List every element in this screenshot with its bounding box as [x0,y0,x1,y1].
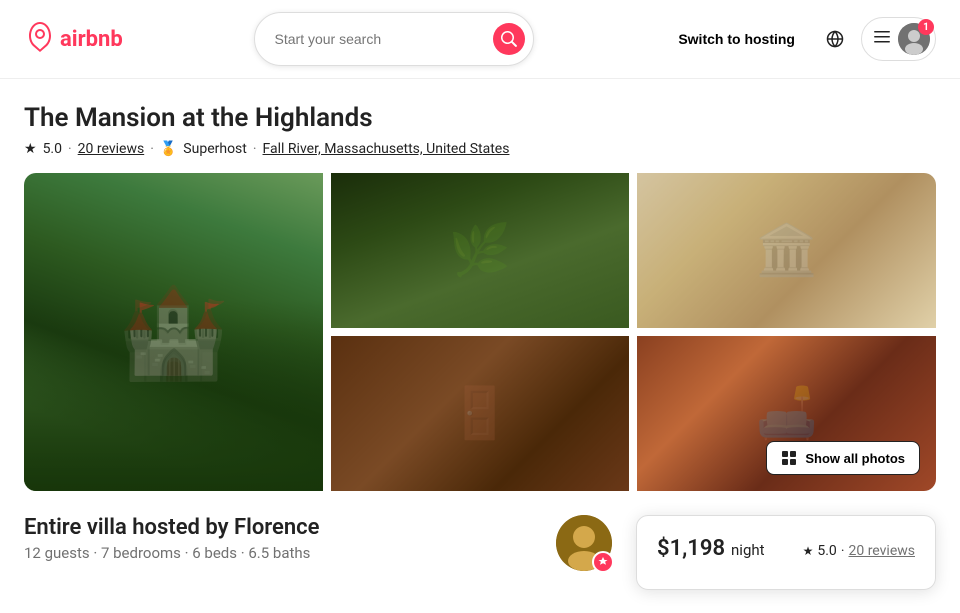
photo-top-right[interactable]: 🏛️ [637,173,936,328]
show-all-photos-button[interactable]: Show all photos [766,441,920,475]
dot-separator-2: · [150,141,154,157]
header: airbnb Switch to hosting [0,0,960,79]
location-link[interactable]: Fall River, Massachusetts, United States [263,141,510,157]
listing-title: The Mansion at the Highlands [24,103,936,133]
photo-bottom-left[interactable]: 🚪 [331,336,630,491]
show-all-photos-label: Show all photos [805,451,905,466]
price-amount: $1,198 [657,536,725,561]
medal-icon [597,556,609,568]
rating-value: 5.0 [43,141,62,157]
dot-separator: · [68,141,72,157]
switch-hosting-button[interactable]: Switch to hosting [664,21,809,57]
grid-icon [781,450,797,466]
listing-lower: Entire villa hosted by Florence 12 guest… [24,515,936,590]
logo[interactable]: airbnb [24,21,123,57]
host-superhost-badge [592,551,614,573]
dot-separator-3: · [253,141,257,157]
globe-icon [826,30,844,48]
main-content: The Mansion at the Highlands ★ 5.0 · 20 … [0,79,960,590]
superhost-icon: 🏅 [160,141,177,157]
price-reviews-link[interactable]: 20 reviews [848,543,915,559]
price-card: $1,198 night ★ 5.0 · 20 reviews [636,515,936,590]
photo-main[interactable]: 🏰 [24,173,323,491]
reviews-link[interactable]: 20 reviews [78,141,145,157]
host-avatar-container [556,515,612,571]
logo-text: airbnb [60,27,123,52]
price-rating: ★ 5.0 · 20 reviews [803,543,915,559]
globe-button[interactable] [817,21,853,57]
photo-top-left[interactable]: 🌿 [331,173,630,328]
superhost-label: Superhost [183,141,247,157]
user-menu[interactable]: 1 [861,17,936,61]
notification-badge: 1 [918,19,934,35]
search-button[interactable] [493,23,525,55]
airbnb-logo-icon [24,21,56,57]
price-line: $1,198 night ★ 5.0 · 20 reviews [657,536,915,561]
listing-info: Entire villa hosted by Florence 12 guest… [24,515,612,571]
listing-meta: ★ 5.0 · 20 reviews · 🏅 Superhost · Fall … [24,141,936,157]
hamburger-icon [874,29,890,49]
hosted-by-title: Entire villa hosted by Florence [24,515,319,540]
price-dot-separator: · [841,543,845,559]
search-icon [501,31,517,47]
photo-grid: 🏰 🌿 🏛️ 🚪 🛋️ Show all photos [24,173,936,491]
search-input[interactable] [275,31,485,47]
price-star-icon: ★ [803,544,814,558]
price-night-label: night [731,541,765,559]
search-bar[interactable] [254,12,534,66]
avatar: 1 [898,23,930,55]
price-rating-value: 5.0 [817,543,836,559]
header-right: Switch to hosting [664,17,936,61]
star-icon: ★ [24,141,37,157]
listing-specs: 12 guests · 7 bedrooms · 6 beds · 6.5 ba… [24,544,319,562]
